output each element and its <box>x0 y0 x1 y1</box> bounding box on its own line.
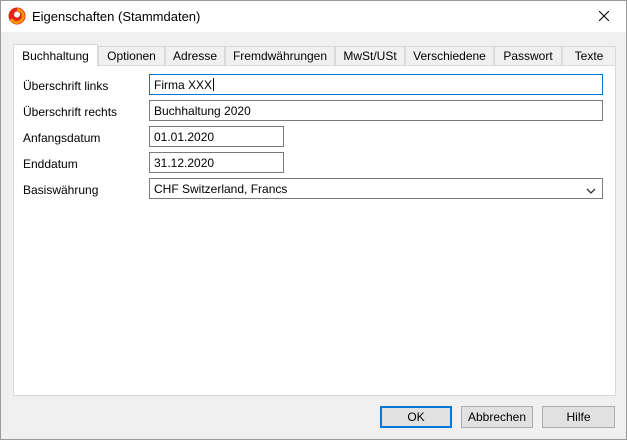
start-date-input[interactable]: 01.01.2020 <box>149 126 284 147</box>
start-date-value: 01.01.2020 <box>154 129 215 144</box>
banana-app-icon <box>8 7 26 25</box>
header-left-input[interactable]: Firma XXX <box>149 74 603 95</box>
base-currency-value: CHF Switzerland, Francs <box>154 181 288 196</box>
tab-passwort[interactable]: Passwort <box>494 46 562 65</box>
cancel-button[interactable]: Abbrechen <box>461 406 533 428</box>
end-date-value: 31.12.2020 <box>154 155 215 170</box>
window-title: Eigenschaften (Stammdaten) <box>32 9 201 24</box>
header-left-value: Firma XXX <box>154 77 213 92</box>
close-button[interactable] <box>581 1 626 32</box>
end-date-label: Enddatum <box>23 157 78 171</box>
tab-optionen[interactable]: Optionen <box>98 46 165 65</box>
chevron-down-icon <box>586 184 596 198</box>
title-bar: Eigenschaften (Stammdaten) <box>1 1 626 32</box>
dialog-window: Eigenschaften (Stammdaten) Buchhaltung O… <box>0 0 627 440</box>
tab-verschiedene[interactable]: Verschiedene <box>405 46 494 65</box>
tab-adresse[interactable]: Adresse <box>165 46 225 65</box>
tab-texte[interactable]: Texte <box>562 46 616 65</box>
close-icon <box>598 10 609 24</box>
base-currency-select[interactable]: CHF Switzerland, Francs <box>149 178 603 199</box>
base-currency-label: Basiswährung <box>23 183 99 197</box>
end-date-input[interactable]: 31.12.2020 <box>149 152 284 173</box>
ok-button[interactable]: OK <box>380 406 452 428</box>
tab-fremdwaehrungen[interactable]: Fremdwährungen <box>225 46 335 65</box>
tab-buchhaltung[interactable]: Buchhaltung <box>13 44 98 67</box>
header-left-label: Überschrift links <box>23 79 109 93</box>
tab-mwst[interactable]: MwSt/USt <box>335 46 405 65</box>
header-right-value: Buchhaltung 2020 <box>154 103 251 118</box>
header-right-input[interactable]: Buchhaltung 2020 <box>149 100 603 121</box>
tab-panel-buchhaltung: Überschrift links Firma XXX Überschrift … <box>13 65 616 396</box>
text-cursor <box>213 78 215 91</box>
start-date-label: Anfangsdatum <box>23 131 101 145</box>
help-button[interactable]: Hilfe <box>542 406 615 428</box>
header-right-label: Überschrift rechts <box>23 105 118 119</box>
